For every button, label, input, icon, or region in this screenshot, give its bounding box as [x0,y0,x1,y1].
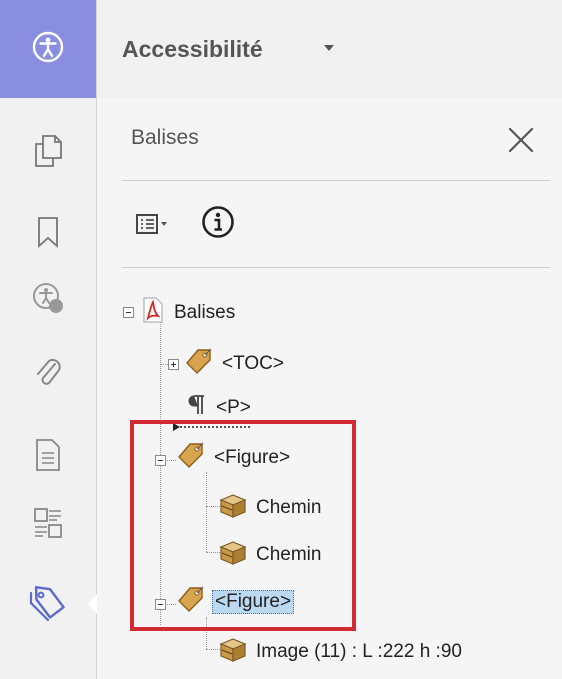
box-icon [218,634,248,669]
tags-icon [28,583,68,628]
tree-node-label: Balises [174,301,236,323]
highlight-box [130,420,356,631]
bookmark-icon [37,216,59,253]
options-menu-button[interactable] [136,212,176,240]
tag-icon [184,346,214,381]
content-icon [32,506,64,545]
tree-node-root[interactable]: Balises [140,296,237,329]
accessibility-icon [31,30,65,69]
expand-toggle[interactable] [168,359,179,370]
accessibility-tool-button[interactable] [0,0,96,98]
tree-node-p[interactable]: <P> [186,393,253,422]
pages-icon [33,134,63,173]
rail-selection-notch [88,594,97,614]
info-icon [201,205,235,244]
tree-node-image[interactable]: Image (11) : L :222 h :90 [218,634,464,669]
tree-node-label: <P> [216,396,251,418]
chevron-down-icon[interactable] [324,45,334,51]
attachment-icon [33,356,63,395]
panel-title: Balises [131,126,199,149]
content-button[interactable] [28,505,68,545]
divider [122,267,550,268]
paragraph-icon [186,393,208,422]
pdf-icon [140,296,166,329]
collapse-toggle[interactable] [123,307,134,318]
tree-node-label: Image (11) : L :222 h :90 [256,640,462,662]
tags-button[interactable] [28,585,68,625]
divider [122,180,550,181]
accessibility-check-button[interactable] [28,280,68,320]
properties-button[interactable] [200,205,236,244]
close-panel-button[interactable] [504,123,538,157]
list-options-icon [136,210,176,243]
attachments-button[interactable] [28,355,68,395]
tool-title[interactable]: Accessibilité [122,36,263,63]
document-icon [35,438,61,477]
accessibility-check-icon [31,281,65,320]
left-tool-rail [0,0,97,679]
tree-node-toc[interactable]: <TOC> [184,346,286,381]
close-icon [504,127,538,161]
bookmarks-button[interactable] [28,214,68,254]
pages-button[interactable] [28,133,68,173]
tree-node-label: <TOC> [222,352,284,374]
document-button[interactable] [28,437,68,477]
